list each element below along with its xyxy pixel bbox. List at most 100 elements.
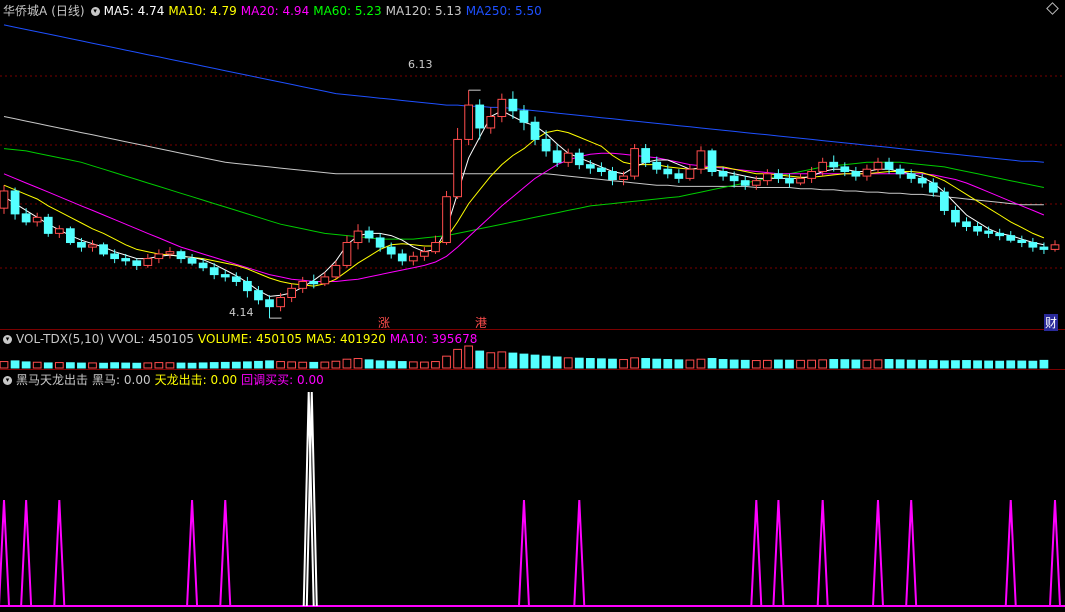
- magenta-spike-13: [1049, 499, 1061, 607]
- volume-bar-64: [707, 358, 717, 369]
- candle-body-76: [840, 166, 850, 172]
- volume-bar-90: [995, 360, 1005, 369]
- magenta-spike-7: [750, 499, 763, 607]
- candle-body-51: [563, 152, 573, 163]
- candle-body-23: [254, 290, 263, 301]
- candle-body-20: [220, 274, 230, 278]
- magenta-spike-11: [905, 499, 918, 607]
- candle-body-95: [1050, 244, 1060, 250]
- volume-bar-0: [0, 361, 9, 369]
- volume-bar-41: [453, 348, 462, 369]
- volume-bar-58: [641, 358, 651, 369]
- candle-body-46: [508, 98, 518, 112]
- volume-bar-56: [619, 359, 628, 369]
- volume-bar-59: [652, 358, 662, 369]
- volume-bar-93: [1028, 360, 1038, 369]
- candle-body-31: [342, 242, 352, 266]
- volume-bar-62: [685, 359, 695, 369]
- candle-body-79: [873, 161, 883, 170]
- candle-body-7: [77, 242, 86, 248]
- volume-bar-55: [608, 358, 617, 369]
- candle-body-8: [88, 244, 97, 248]
- candle-body-12: [132, 260, 142, 266]
- volume-bar-49: [541, 355, 551, 369]
- volume-bar-94: [1039, 359, 1049, 369]
- candle-body-53: [585, 164, 595, 169]
- candle-body-48: [530, 121, 540, 140]
- candle-body-63: [696, 150, 706, 170]
- volume-bar-42: [464, 345, 474, 369]
- candle-body-89: [984, 230, 993, 234]
- candle-body-15: [165, 251, 175, 255]
- magenta-spike-10: [871, 499, 884, 607]
- candle-body-27: [298, 280, 308, 289]
- candle-body-32: [353, 230, 363, 244]
- candle-body-45: [497, 98, 507, 118]
- volume-bar-37: [408, 361, 418, 369]
- volume-bar-57: [630, 357, 639, 369]
- volume-bar-22: [243, 361, 252, 369]
- volume-bar-88: [973, 360, 982, 369]
- magenta-spike-0: [0, 499, 10, 607]
- volume-bar-76: [840, 359, 850, 369]
- candle-body-0: [0, 190, 9, 209]
- volume-bar-24: [265, 360, 274, 369]
- volume-bar-50: [552, 356, 562, 369]
- volume-bar-70: [774, 359, 783, 369]
- volume-bar-18: [198, 362, 208, 369]
- candle-body-28: [309, 280, 319, 285]
- candle-body-82: [906, 173, 916, 179]
- volume-bar-31: [342, 358, 352, 369]
- volume-bar-19: [209, 362, 219, 369]
- volume-bar-52: [574, 357, 584, 369]
- candle-body-78: [862, 168, 872, 177]
- volume-bar-15: [165, 362, 175, 369]
- candle-body-74: [818, 161, 828, 172]
- candle-body-68: [751, 180, 761, 186]
- volume-bar-29: [320, 361, 330, 369]
- volume-bar-3: [32, 361, 42, 369]
- volume-bar-86: [951, 360, 960, 369]
- magenta-spike-12: [1004, 499, 1017, 607]
- candle-body-86: [951, 209, 960, 223]
- candle-body-88: [973, 225, 982, 232]
- volume-bar-14: [154, 362, 164, 369]
- volume-bar-61: [674, 359, 684, 369]
- candle-body-43: [475, 104, 485, 129]
- candle-body-84: [928, 182, 938, 193]
- volume-bar-89: [984, 360, 993, 369]
- candle-body-60: [663, 168, 673, 175]
- candle-body-13: [143, 258, 153, 266]
- volume-bar-35: [386, 360, 396, 369]
- candle-body-30: [331, 264, 341, 278]
- chart-svg[interactable]: [0, 0, 1065, 612]
- candle-body-93: [1028, 242, 1038, 248]
- magenta-spike-1: [20, 499, 33, 607]
- volume-bar-45: [497, 351, 507, 369]
- volume-bar-60: [663, 359, 673, 369]
- volume-bar-26: [287, 361, 297, 369]
- volume-bar-67: [740, 359, 750, 369]
- volume-bar-4: [43, 362, 53, 369]
- candle-body-33: [364, 230, 374, 239]
- candle-body-40: [442, 196, 451, 244]
- candle-body-77: [851, 171, 861, 177]
- volume-bar-92: [1017, 360, 1027, 369]
- volume-bar-27: [298, 361, 308, 369]
- line-ma5: [3, 110, 1045, 297]
- volume-bar-39: [431, 361, 440, 369]
- candle-body-75: [829, 161, 839, 168]
- candle-body-35: [386, 246, 396, 255]
- volume-bar-44: [486, 352, 496, 369]
- volume-bar-78: [862, 359, 872, 369]
- volume-bar-12: [132, 362, 142, 369]
- volume-bar-91: [1006, 360, 1016, 369]
- volume-bar-72: [796, 359, 805, 369]
- candle-body-17: [187, 258, 197, 264]
- candle-body-87: [962, 221, 971, 227]
- volume-bar-68: [751, 360, 761, 369]
- candle-body-69: [762, 173, 772, 182]
- candle-body-72: [796, 177, 805, 184]
- volume-bar-51: [563, 357, 573, 369]
- candle-body-22: [243, 280, 252, 292]
